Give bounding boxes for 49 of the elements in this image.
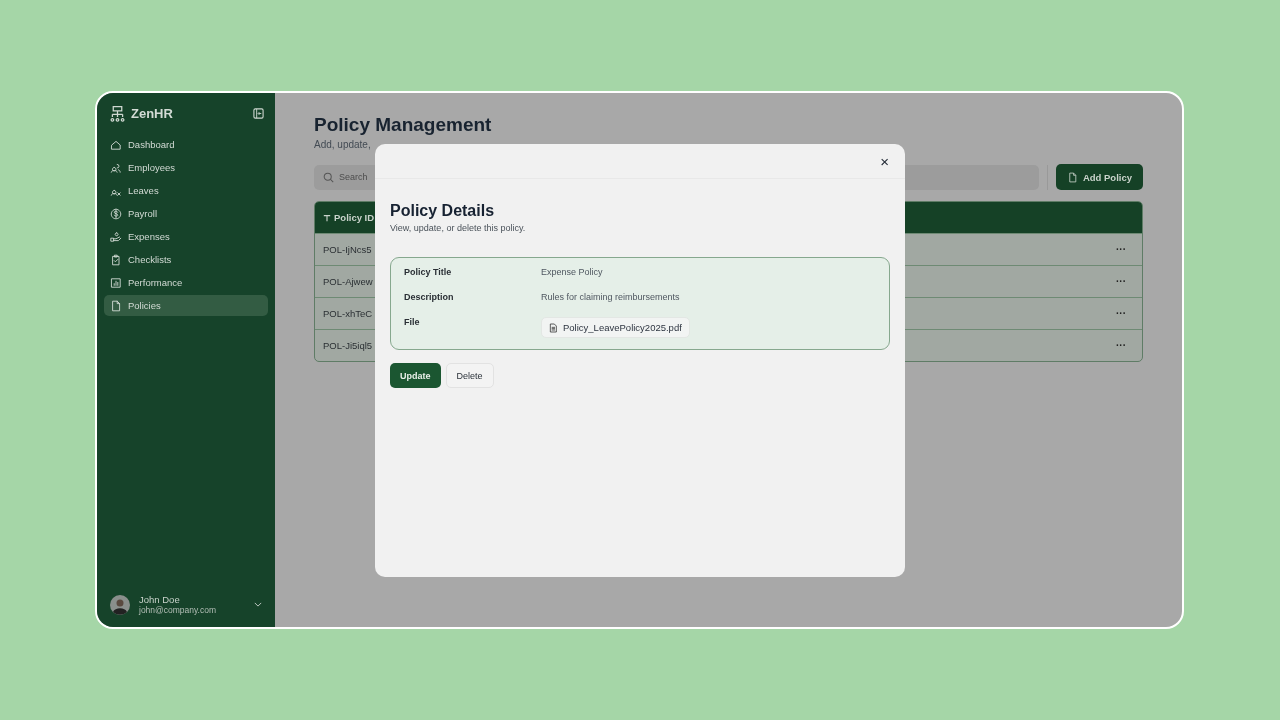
clipboard-icon: [110, 253, 122, 266]
close-button[interactable]: ×: [880, 153, 889, 169]
sidebar-item[interactable]: Dashboard: [104, 134, 268, 155]
more-actions-button[interactable]: ···: [1116, 340, 1126, 351]
sidebar-item[interactable]: Leaves: [104, 180, 268, 201]
field-label: File: [404, 317, 421, 327]
sidebar-item[interactable]: Checklists: [104, 249, 268, 270]
field-label: Description: [404, 292, 455, 302]
org-chart-icon: [109, 105, 126, 122]
sidebar-toggle-icon[interactable]: [253, 108, 264, 119]
house-icon: [110, 138, 122, 151]
sidebar-item[interactable]: Employees: [104, 157, 268, 178]
table-cell: POL-Ajwew: [323, 276, 373, 287]
document-icon: [110, 299, 122, 312]
more-actions-button[interactable]: ···: [1116, 244, 1126, 255]
sidebar-item[interactable]: Payroll: [104, 203, 268, 224]
document-icon: [549, 322, 557, 333]
dollar-icon: [110, 207, 122, 220]
field-value: Rules for claiming reimbursements: [541, 292, 680, 302]
user-email: john@company.com: [139, 605, 217, 615]
table-cell: POL-xhTeC: [323, 308, 373, 319]
page-title: Policy Management: [314, 114, 493, 136]
delete-button[interactable]: Delete: [445, 363, 494, 388]
table-cell: POL-IjNcs5: [323, 244, 372, 255]
document-icon: [1066, 171, 1078, 183]
add-policy-button[interactable]: Add Policy: [1055, 164, 1143, 190]
search-icon: [323, 171, 334, 183]
text-type-icon: [323, 213, 331, 222]
dialog-subtitle: View, update, or delete this policy.: [390, 223, 527, 233]
avatar: [110, 594, 130, 615]
user-name: John Doe: [139, 594, 181, 605]
hand-coins-icon: [110, 230, 122, 243]
sidebar-item[interactable]: Policies: [104, 295, 268, 316]
update-button[interactable]: Update: [390, 363, 441, 388]
more-actions-button[interactable]: ···: [1116, 276, 1126, 287]
more-actions-button[interactable]: ···: [1116, 308, 1126, 319]
field-label: Policy Title: [404, 267, 453, 277]
page-subtitle: Add, update,: [314, 139, 372, 150]
dialog-title: Policy Details: [390, 202, 496, 220]
chevron-down-icon[interactable]: [254, 602, 262, 607]
column-header[interactable]: Policy ID: [323, 212, 375, 223]
people-icon: [110, 161, 122, 174]
file-chip[interactable]: Policy_LeavePolicy2025.pdf: [541, 317, 690, 338]
app-name: ZenHR: [131, 106, 174, 121]
table-cell: POL-Ji5iql5: [323, 340, 373, 351]
sidebar-item[interactable]: Performance: [104, 272, 268, 293]
sidebar-item[interactable]: Expenses: [104, 226, 268, 247]
bar-chart-icon: [110, 276, 122, 289]
field-value: Expense Policy: [541, 267, 603, 277]
